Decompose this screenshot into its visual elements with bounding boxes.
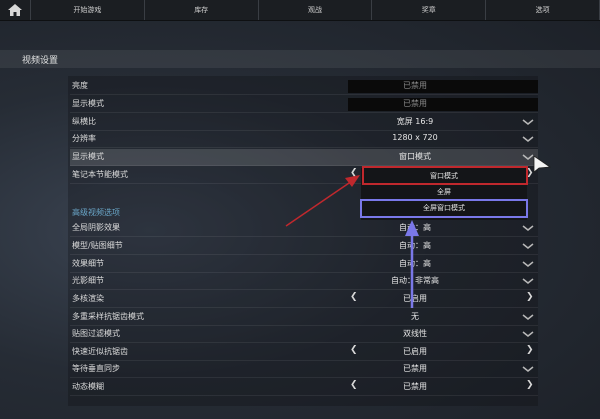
red-arrow-line <box>285 180 353 227</box>
cursor-icon <box>533 155 552 173</box>
blue-arrow-head <box>405 220 419 236</box>
red-arrow-head <box>345 175 360 187</box>
annotation-overlay <box>285 155 552 308</box>
